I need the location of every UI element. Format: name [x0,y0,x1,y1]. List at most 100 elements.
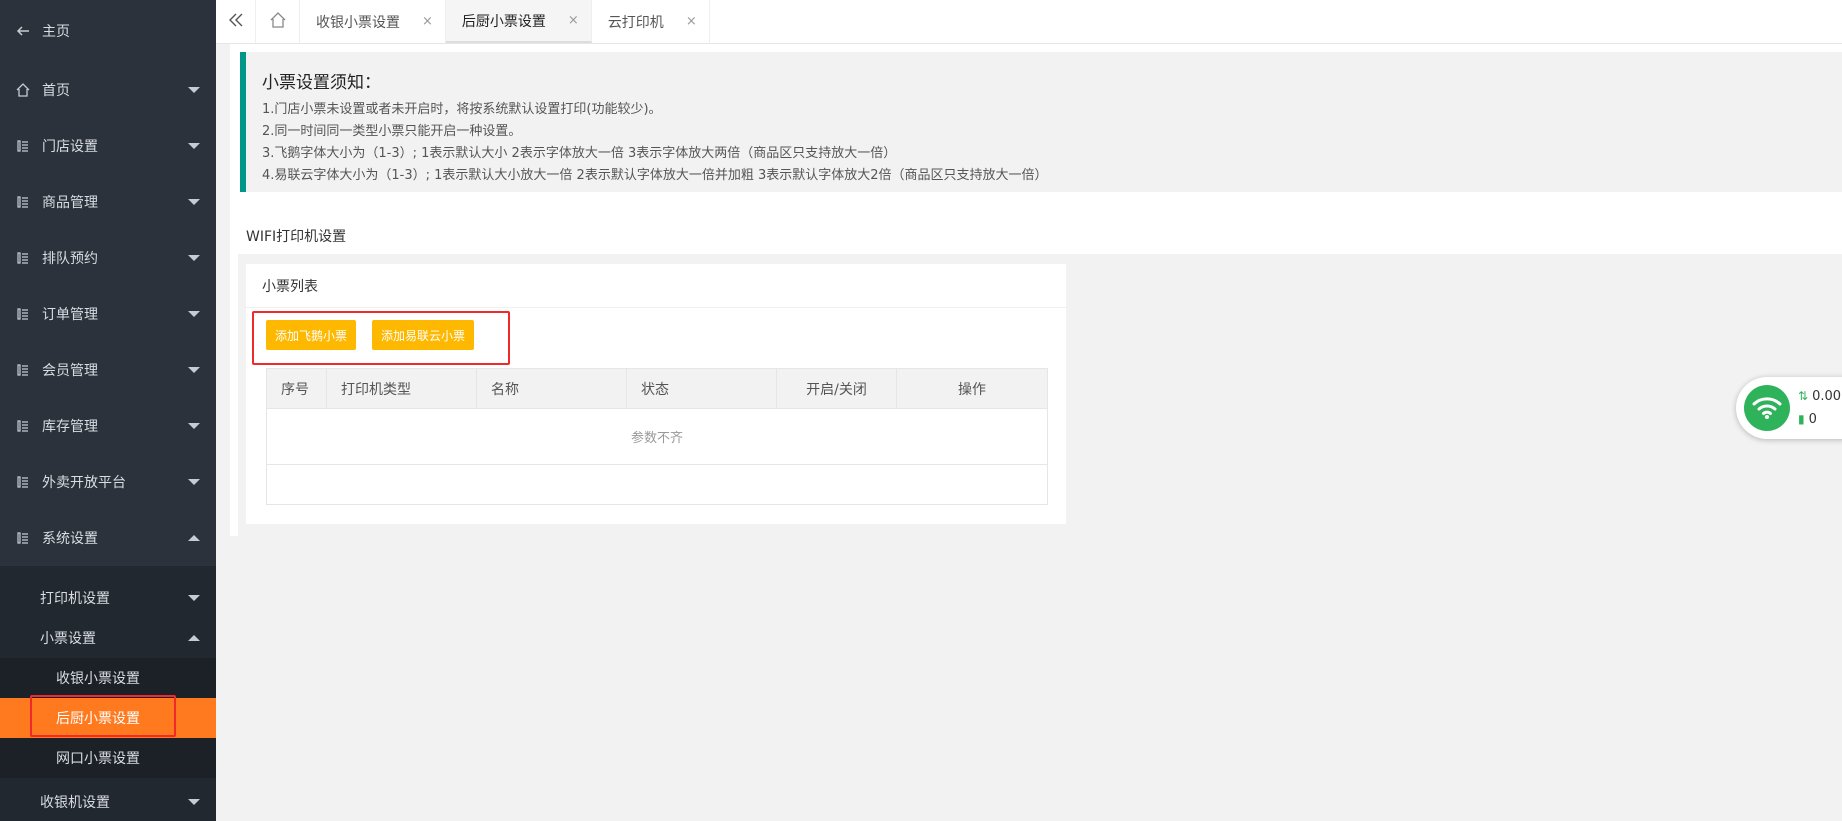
tab-bar: 收银小票设置 × 后厨小票设置 × 云打印机 × [216,0,1842,44]
table-row: 参数不齐 [266,408,1048,465]
chevron-down-icon [188,311,200,317]
phone-icon: ▮ [1798,412,1805,426]
sidebar-sub-label: 收银机设置 [40,795,110,811]
add-feie-receipt-button[interactable]: 添加飞鹅小票 [266,320,357,350]
menu-list-icon [16,363,30,377]
sidebar-sub-receipt-settings[interactable]: 小票设置 [0,618,216,658]
sidebar-sub-label: 打印机设置 [40,591,110,607]
receipt-list-title: 小票列表 [246,264,1066,308]
notice-title: 小票设置须知： [262,73,381,93]
sidebar-item-takeout-platform[interactable]: 外卖开放平台 [0,454,216,510]
sidebar-item-label: 排队预约 [42,251,98,267]
close-icon[interactable]: × [422,14,433,29]
sidebar-back-home[interactable]: 主页 [0,0,216,62]
sidebar-leaf-network-receipt[interactable]: 网口小票设置 [0,738,216,778]
network-status-widget[interactable]: ⇅ 0.00 ▮ 0 [1736,377,1842,439]
sidebar-leaf-label: 收银小票设置 [56,671,140,687]
notice-line: 2.同一时间同一类型小票只能开启一种设置。 [262,124,522,139]
content-card: 小票设置须知： 1.门店小票未设置或者未开启时，将按系统默认设置打印(功能较少)… [230,44,1842,536]
tab-kitchen-receipt[interactable]: 后厨小票设置 × [445,0,592,43]
collapse-sidebar-button[interactable] [216,0,256,43]
menu-list-icon [16,195,30,209]
sidebar-item-label: 外卖开放平台 [42,475,126,491]
table-header-row: 序号 打印机类型 名称 状态 开启/关闭 操作 [266,368,1048,409]
sidebar-item-product-management[interactable]: 商品管理 [0,174,216,230]
network-speed: 0.00 [1812,389,1842,404]
menu-list-icon [16,475,30,489]
chevron-down-icon [188,199,200,205]
menu-list-icon [16,531,30,545]
sidebar-item-label: 订单管理 [42,307,98,323]
wifi-printer-section-title: WIFI打印机设置 [246,229,347,245]
chevron-down-icon [188,595,200,601]
sidebar-item-label: 库存管理 [42,419,98,435]
system-settings-submenu: 打印机设置 小票设置 收银小票设置 后厨小票设置 网口小票设置 收银机设置 [0,566,216,821]
chevron-down-icon [188,255,200,261]
sidebar-item-inventory-management[interactable]: 库存管理 [0,398,216,454]
sidebar-sub-printer-settings[interactable]: 打印机设置 [0,578,216,618]
sidebar-item-label: 首页 [42,83,70,99]
add-yilianyun-receipt-button[interactable]: 添加易联云小票 [372,320,475,350]
chevron-down-icon [188,143,200,149]
sidebar-sub-label: 小票设置 [40,631,96,647]
receipt-list-area: 小票列表 添加飞鹅小票 添加易联云小票 序号 打印机类型 名称 状态 开启/关闭… [238,254,1842,536]
chevron-down-icon [188,87,200,93]
sidebar-item-member-management[interactable]: 会员管理 [0,342,216,398]
notice-block: 小票设置须知： 1.门店小票未设置或者未开启时，将按系统默认设置打印(功能较少)… [240,52,1842,192]
sidebar-item-queue-reservation[interactable]: 排队预约 [0,230,216,286]
menu-list-icon [16,307,30,321]
column-header: 开启/关闭 [776,368,897,409]
close-icon[interactable]: × [568,13,579,28]
network-count: 0 [1808,412,1817,427]
menu-list-icon [16,139,30,153]
double-chevron-left-icon [228,13,244,31]
tab-home[interactable] [256,0,300,43]
tab-cloud-printer[interactable]: 云打印机 × [592,0,710,43]
menu-list-icon [16,251,30,265]
receipt-table: 序号 打印机类型 名称 状态 开启/关闭 操作 参数不齐 [266,368,1048,505]
chevron-down-icon [188,367,200,373]
wifi-icon [1744,385,1790,431]
sidebar-item-store-settings[interactable]: 门店设置 [0,118,216,174]
home-icon [16,83,30,97]
sidebar-item-system-settings[interactable]: 系统设置 [0,510,216,566]
menu-list-icon [16,419,30,433]
column-header: 操作 [896,368,1048,409]
arrow-left-icon [16,24,30,38]
sidebar-leaf-label: 网口小票设置 [56,751,140,767]
tab-label: 云打印机 [607,14,664,31]
close-icon[interactable]: × [686,14,697,29]
chevron-down-icon [188,423,200,429]
sidebar-item-label: 系统设置 [42,531,98,547]
sidebar-item-label: 商品管理 [42,195,98,211]
transfer-arrows-icon: ⇅ [1798,389,1809,403]
sidebar-back-label: 主页 [42,24,70,40]
sidebar-sub-cashier-device[interactable]: 收银机设置 [0,782,216,821]
column-header: 状态 [626,368,777,409]
sidebar-item-label: 会员管理 [42,363,98,379]
table-row [266,464,1048,505]
notice-line: 1.门店小票未设置或者未开启时，将按系统默认设置打印(功能较少)。 [262,102,662,117]
empty-row [266,464,1048,505]
notice-line: 3.飞鹅字体大小为（1-3）; 1表示默认大小 2表示字体放大一倍 3表示字体放… [262,146,897,161]
sidebar-leaf-label: 后厨小票设置 [56,711,140,727]
receipt-list-card: 小票列表 添加飞鹅小票 添加易联云小票 序号 打印机类型 名称 状态 开启/关闭… [246,264,1066,524]
sidebar: 主页 首页 门店设置 商品管理 排队预约 订单管理 会员管理 库存管理 外卖开放… [0,0,216,821]
home-icon [270,11,286,32]
tab-cashier-receipt[interactable]: 收银小票设置 × [300,0,446,43]
network-stats: ⇅ 0.00 ▮ 0 [1798,385,1841,431]
chevron-up-icon [188,635,200,641]
chevron-down-icon [188,799,200,805]
column-header: 序号 [266,368,327,409]
empty-message: 参数不齐 [266,408,1048,465]
column-header: 名称 [476,368,627,409]
sidebar-leaf-kitchen-receipt[interactable]: 后厨小票设置 [0,698,216,738]
tab-label: 收银小票设置 [316,14,400,31]
sidebar-item-order-management[interactable]: 订单管理 [0,286,216,342]
chevron-down-icon [188,479,200,485]
sidebar-item-home[interactable]: 首页 [0,62,216,118]
notice-line: 4.易联云字体大小为（1-3）; 1表示默认大小放大一倍 2表示默认字体放大一倍… [262,168,1048,183]
sidebar-leaf-cashier-receipt[interactable]: 收银小票设置 [0,658,216,698]
main-content: 小票设置须知： 1.门店小票未设置或者未开启时，将按系统默认设置打印(功能较少)… [216,44,1842,821]
chevron-up-icon [188,535,200,541]
